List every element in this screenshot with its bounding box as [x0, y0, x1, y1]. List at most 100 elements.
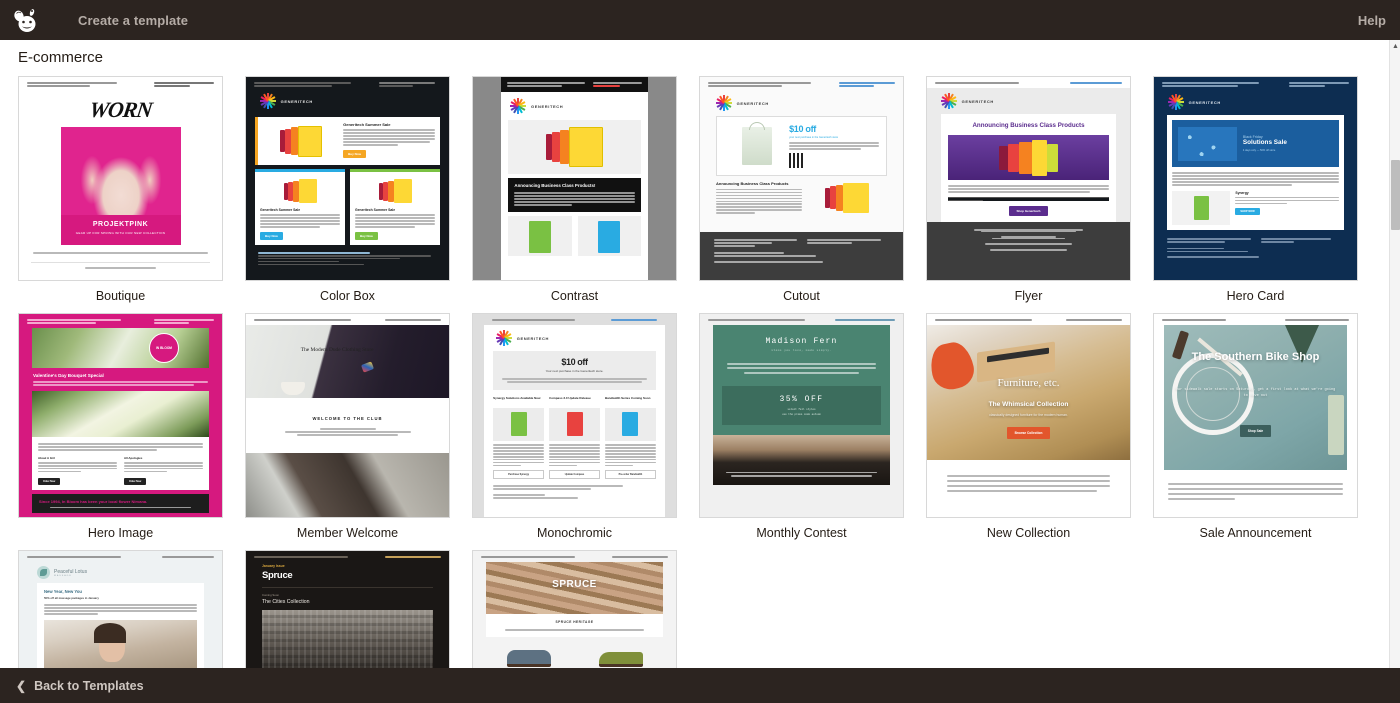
- cta-button[interactable]: Browse Collection: [1007, 427, 1051, 439]
- template-name[interactable]: New Collection: [926, 518, 1131, 550]
- help-link[interactable]: Help: [1358, 13, 1386, 28]
- flyer-card: Announcing Business Class Products: [941, 114, 1116, 224]
- template-thumbnail[interactable]: Furniture, etc. The Whimsical Collection…: [926, 313, 1131, 518]
- template-card-cutout[interactable]: GENERITECH $10 off your next purchase in…: [699, 76, 926, 313]
- cta-button[interactable]: Update Compass: [549, 470, 600, 479]
- template-card-spruce-cities[interactable]: January Issue Spruce Coming Soon The Cit…: [245, 550, 472, 668]
- template-card-new-collection[interactable]: Furniture, etc. The Whimsical Collection…: [926, 313, 1153, 550]
- preheader: [927, 314, 1130, 325]
- template-name[interactable]: Color Box: [245, 281, 450, 313]
- template-thumbnail[interactable]: Madison Fern items you love, made simply…: [699, 313, 904, 518]
- welcome-section: WELCOME TO THE CLUB: [246, 398, 449, 455]
- template-card-monochromic[interactable]: GENERITECH $10 off Your next purchase in…: [472, 313, 699, 550]
- template-card-peaceful-lotus[interactable]: Peaceful Lotus MASSAGE New Year, New You…: [18, 550, 245, 668]
- offer-subtitle: your next purchase in the Generitech sto…: [789, 136, 879, 139]
- mailchimp-logo[interactable]: [0, 4, 52, 36]
- template-name[interactable]: Monthly Contest: [699, 518, 904, 550]
- brand-subtitle: items you love, made simply.: [722, 349, 881, 352]
- template-card-hero-image[interactable]: IN BLOOM Valentine's Day Bouquet Special: [18, 313, 245, 550]
- template-thumbnail[interactable]: GENERITECH Generitech Summer Sale: [245, 76, 450, 281]
- cta-button[interactable]: Pre-order Bandwidth: [605, 470, 656, 479]
- offer-body: [499, 378, 650, 383]
- brand-name: IN BLOOM: [156, 346, 172, 350]
- card-title: Generitech Summer Sale: [355, 208, 435, 212]
- template-thumbnail[interactable]: GENERITECH Black Friday Solutions Sale 4…: [1153, 76, 1358, 281]
- offer-title: $10 off: [499, 357, 650, 367]
- template-name[interactable]: Hero Image: [18, 518, 223, 550]
- product-card: [508, 216, 571, 256]
- brand-logo: Peaceful Lotus MASSAGE: [19, 562, 222, 583]
- template-card-monthly-contest[interactable]: Madison Fern items you love, made simply…: [699, 313, 926, 550]
- card-title: Generitech Summer Sale: [260, 208, 340, 212]
- template-card-sale-announcement[interactable]: The Southern Bike Shop Our sidewalk sale…: [1153, 313, 1380, 550]
- generitech-burst-icon: [496, 330, 512, 346]
- preheader: [19, 77, 222, 91]
- template-card-flyer[interactable]: GENERITECH Announcing Business Class Pro…: [926, 76, 1153, 313]
- template-thumbnail[interactable]: SPRUCE SPRUCE HERITAGE: [472, 550, 677, 668]
- cta-button[interactable]: SHOP NOW: [1235, 208, 1259, 215]
- feature-card: Generitech Summer Sale Buy Now: [350, 169, 440, 245]
- template-thumbnail[interactable]: The Modern Dude Clothing Store WELCOME T…: [245, 313, 450, 518]
- card-body: [260, 214, 340, 228]
- spa-image: [44, 620, 197, 668]
- brand-name: GENERITECH: [1189, 100, 1221, 105]
- scrollbar-thumb[interactable]: [1391, 160, 1400, 230]
- template-thumbnail[interactable]: Peaceful Lotus MASSAGE New Year, New You…: [18, 550, 223, 668]
- template-card-spruce-heritage[interactable]: SPRUCE SPRUCE HERITAGE: [472, 550, 699, 668]
- template-thumbnail[interactable]: GENERITECH Announcing Business Class Pro…: [472, 76, 677, 281]
- template-card-contrast[interactable]: GENERITECH Announcing Business Class Pro…: [472, 76, 699, 313]
- template-card-color-box[interactable]: GENERITECH Generitech Summer Sale: [245, 76, 472, 313]
- template-name[interactable]: Monochromic: [472, 518, 677, 550]
- template-name[interactable]: Hero Card: [1153, 281, 1358, 313]
- body-text: [927, 460, 1130, 507]
- cta-button[interactable]: Shop Generitech: [1009, 206, 1047, 216]
- product-card: [578, 216, 641, 256]
- chevron-left-icon: ❮: [16, 679, 26, 693]
- template-name[interactable]: Member Welcome: [245, 518, 450, 550]
- cta-button[interactable]: Buy Now: [355, 232, 378, 240]
- footer-links: [258, 252, 450, 281]
- template-card-member-welcome[interactable]: The Modern Dude Clothing Store WELCOME T…: [245, 313, 472, 550]
- template-thumbnail[interactable]: WORN PROJEKTPINK GEAR UP FOR SPRING WITH…: [18, 76, 223, 281]
- back-to-templates-link[interactable]: ❮ Back to Templates: [16, 679, 144, 693]
- template-thumbnail[interactable]: GENERITECH $10 off your next purchase in…: [699, 76, 904, 281]
- product-title: Synergy: [1235, 191, 1339, 195]
- cta-button[interactable]: Shop Sale: [1240, 425, 1271, 437]
- offer-subtitle: select fall styles: [722, 408, 881, 411]
- template-name[interactable]: Flyer: [926, 281, 1131, 313]
- cta-button[interactable]: Buy Now: [343, 150, 366, 158]
- preheader: [246, 77, 449, 91]
- offer-title: $10 off: [789, 124, 879, 134]
- column-title: Bandwidth Series Coming Soon: [605, 396, 656, 405]
- cta-button[interactable]: Buy Now: [260, 232, 283, 240]
- hero-title: Announcing Business Class Products!: [514, 183, 634, 189]
- cta-button[interactable]: Order Now: [38, 478, 60, 485]
- cta-button[interactable]: Order Now: [124, 478, 146, 485]
- template-thumbnail[interactable]: IN BLOOM Valentine's Day Bouquet Special: [18, 313, 223, 518]
- template-thumbnail[interactable]: The Southern Bike Shop Our sidewalk sale…: [1153, 313, 1358, 518]
- template-thumbnail[interactable]: GENERITECH $10 off Your next purchase in…: [472, 313, 677, 518]
- brand-name: SPRUCE: [486, 579, 663, 590]
- preheader: [700, 77, 903, 91]
- generitech-burst-icon: [260, 93, 276, 109]
- template-card-hero-card[interactable]: GENERITECH Black Friday Solutions Sale 4…: [1153, 76, 1380, 313]
- hero-image: IN BLOOM: [32, 328, 209, 368]
- hero-title: PROJEKTPINK: [61, 221, 181, 228]
- template-name[interactable]: Contrast: [472, 281, 677, 313]
- offer-card: $10 off Your next purchase in the Generi…: [493, 351, 656, 390]
- feature-card: Generitech Summer Sale Buy Now: [255, 117, 440, 165]
- template-name[interactable]: Boutique: [18, 281, 223, 313]
- secondary-image: [246, 453, 449, 517]
- scroll-up-button[interactable]: ▲: [1390, 40, 1400, 53]
- email-footer: [493, 485, 656, 498]
- template-thumbnail[interactable]: GENERITECH Announcing Business Class Pro…: [926, 76, 1131, 281]
- vertical-scrollbar[interactable]: ▲: [1389, 40, 1400, 668]
- template-card-boutique[interactable]: WORN PROJEKTPINK GEAR UP FOR SPRING WITH…: [18, 76, 245, 313]
- template-name[interactable]: Cutout: [699, 281, 904, 313]
- cta-button[interactable]: Purchase Synergy: [493, 470, 544, 479]
- template-name[interactable]: Sale Announcement: [1153, 518, 1358, 550]
- brand-name: Peaceful Lotus: [54, 569, 87, 575]
- template-thumbnail[interactable]: January Issue Spruce Coming Soon The Cit…: [245, 550, 450, 668]
- preheader: [473, 551, 676, 562]
- brand-name: GENERITECH: [962, 99, 994, 104]
